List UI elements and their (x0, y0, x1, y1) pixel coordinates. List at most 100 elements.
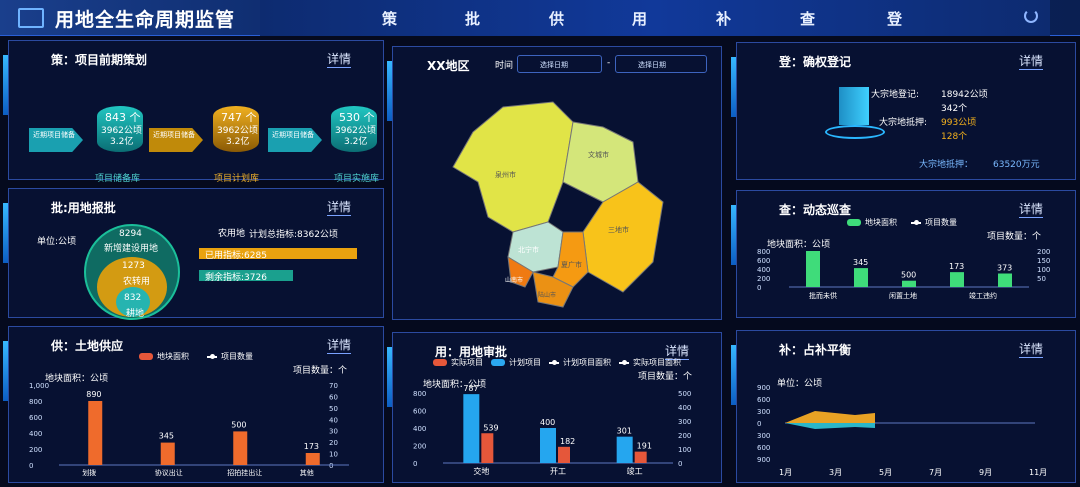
bar (558, 446, 570, 463)
detail-link[interactable]: 详情 (326, 198, 351, 216)
region-quanzhou[interactable] (452, 101, 574, 233)
bar (634, 451, 647, 463)
legend-swatch (491, 359, 505, 366)
legend-label: 地块面积 (157, 352, 189, 361)
city-label: 山南市 (505, 276, 523, 284)
y-right-label: 项目数量：个 (293, 366, 348, 376)
x-tick: 5月 (879, 468, 892, 477)
tab-ce[interactable]: 策 (382, 8, 397, 29)
y2-tick: 70 (329, 382, 338, 390)
label-1: 项目储备库 (95, 174, 141, 184)
money-1: 3.2亿 (110, 137, 134, 147)
y-tick: 0 (757, 420, 761, 428)
tab-cha[interactable]: 查 (800, 8, 815, 29)
legend-label: 实际项目 (451, 358, 483, 367)
legend-label: 实际项目面积 (633, 358, 681, 367)
bar (88, 401, 103, 465)
y2-tick: 300 (678, 418, 691, 426)
bar (998, 273, 1012, 287)
bar (902, 280, 916, 287)
y2-tick: 0 (678, 460, 682, 468)
end-date-input[interactable]: 选择日期 (615, 55, 707, 73)
y-tick: 800 (757, 249, 770, 256)
mid-value: 1273 (122, 261, 145, 271)
y-tick: 800 (413, 390, 426, 398)
y-tick: 1,000 (29, 382, 49, 390)
detail-link[interactable]: 详情 (326, 50, 351, 68)
y2-tick: 200 (1037, 249, 1050, 256)
start-date-input[interactable]: 选择日期 (517, 55, 602, 73)
y-right-label: 项目数量：个 (987, 232, 1042, 242)
y2-tick: 40 (329, 416, 338, 424)
bottom-label: 大宗地抵押： (919, 160, 974, 170)
label-2: 项目计划库 (214, 174, 260, 184)
area-series (785, 423, 875, 429)
detail-link[interactable]: 详情 (1018, 340, 1043, 358)
bar (616, 436, 633, 463)
tab-gong[interactable]: 供 (549, 8, 564, 29)
date-dash: - (607, 58, 611, 68)
city-label: 北宁市 (518, 245, 539, 254)
inner-value: 832 (124, 293, 142, 303)
data-label: 173 (949, 262, 964, 271)
mortgage-count: 128个 (941, 132, 968, 142)
x-tick: 3月 (829, 468, 842, 477)
y-tick: 600 (757, 396, 770, 404)
y-tick: 0 (757, 284, 761, 292)
y-tick: 400 (757, 266, 770, 274)
legend-dot (619, 359, 629, 365)
money-3: 3.2亿 (344, 137, 368, 147)
legend-label: 地块面积 (865, 218, 897, 227)
money-2: 3.2亿 (226, 137, 250, 147)
panel-title: 供：土地供应 (51, 339, 124, 353)
farm-label: 农用地 (218, 229, 246, 239)
legend: 地块面积 项目数量 (139, 351, 253, 362)
y-tick: 600 (757, 257, 770, 265)
bar (481, 433, 494, 463)
bu-chart: 900 600 300 0 300 600 900 1月 3月 5月 7月 9月 11月 (757, 385, 1047, 477)
y2-tick: 400 (678, 404, 691, 412)
detail-link[interactable]: 详情 (1018, 200, 1043, 218)
legend-label: 项目数量 (925, 218, 957, 227)
data-label: 500 (901, 271, 916, 280)
area-series (785, 411, 875, 423)
x-tick: 竣工违约 (969, 291, 997, 300)
panel-title: 批:用地报批 (51, 201, 116, 215)
detail-link[interactable]: 详情 (1018, 52, 1043, 70)
data-label: 191 (637, 442, 652, 451)
y2-tick: 30 (329, 428, 338, 436)
legend-dot (911, 219, 921, 225)
y2-tick: 100 (1037, 266, 1050, 274)
detail-link[interactable]: 详情 (326, 336, 351, 354)
x-tick: 竣工 (627, 466, 643, 476)
bar (233, 431, 248, 465)
panel-title: 补：占补平衡 (779, 343, 852, 357)
x-tick: 11月 (1029, 468, 1047, 477)
unit-label: 单位:公顷 (37, 237, 77, 247)
data-label: 890 (86, 390, 101, 399)
top-bar: 用地全生命周期监管 策 批 供 用 补 查 登 (0, 0, 1080, 36)
tab-deng[interactable]: 登 (887, 8, 902, 29)
x-tick: 交地 (473, 466, 489, 476)
y-tick: 200 (413, 443, 426, 451)
y-tick: 200 (29, 446, 42, 454)
x-tick: 闲置土地 (889, 291, 917, 300)
outer-value: 8294 (119, 229, 142, 239)
tab-yong[interactable]: 用 (632, 8, 647, 29)
cha-chart: 020040060080050100150200890345500173373批… (757, 249, 1050, 300)
legend-dot (549, 359, 559, 365)
monitor-icon (18, 8, 44, 28)
mortgage-label: 大宗地抵押: (879, 118, 928, 128)
beacon-graphic (839, 87, 869, 125)
mortgage-area: 993公顷 (941, 118, 977, 128)
tab-pi[interactable]: 批 (465, 8, 480, 29)
nav-bar: 策 批 供 用 补 查 登 (260, 0, 1050, 36)
yong-chart: 0 200 400 600 800 0 100 200 300 400 500 787 539 交地 400… (413, 385, 691, 476)
power-icon[interactable] (1024, 9, 1038, 23)
x-tick: 招拍挂出让 (227, 468, 262, 477)
reg-area: 18942公顷 (941, 90, 988, 100)
data-label: 182 (560, 437, 575, 446)
data-label: 173 (304, 442, 319, 451)
bar (160, 442, 175, 465)
tab-bu[interactable]: 补 (716, 8, 731, 29)
